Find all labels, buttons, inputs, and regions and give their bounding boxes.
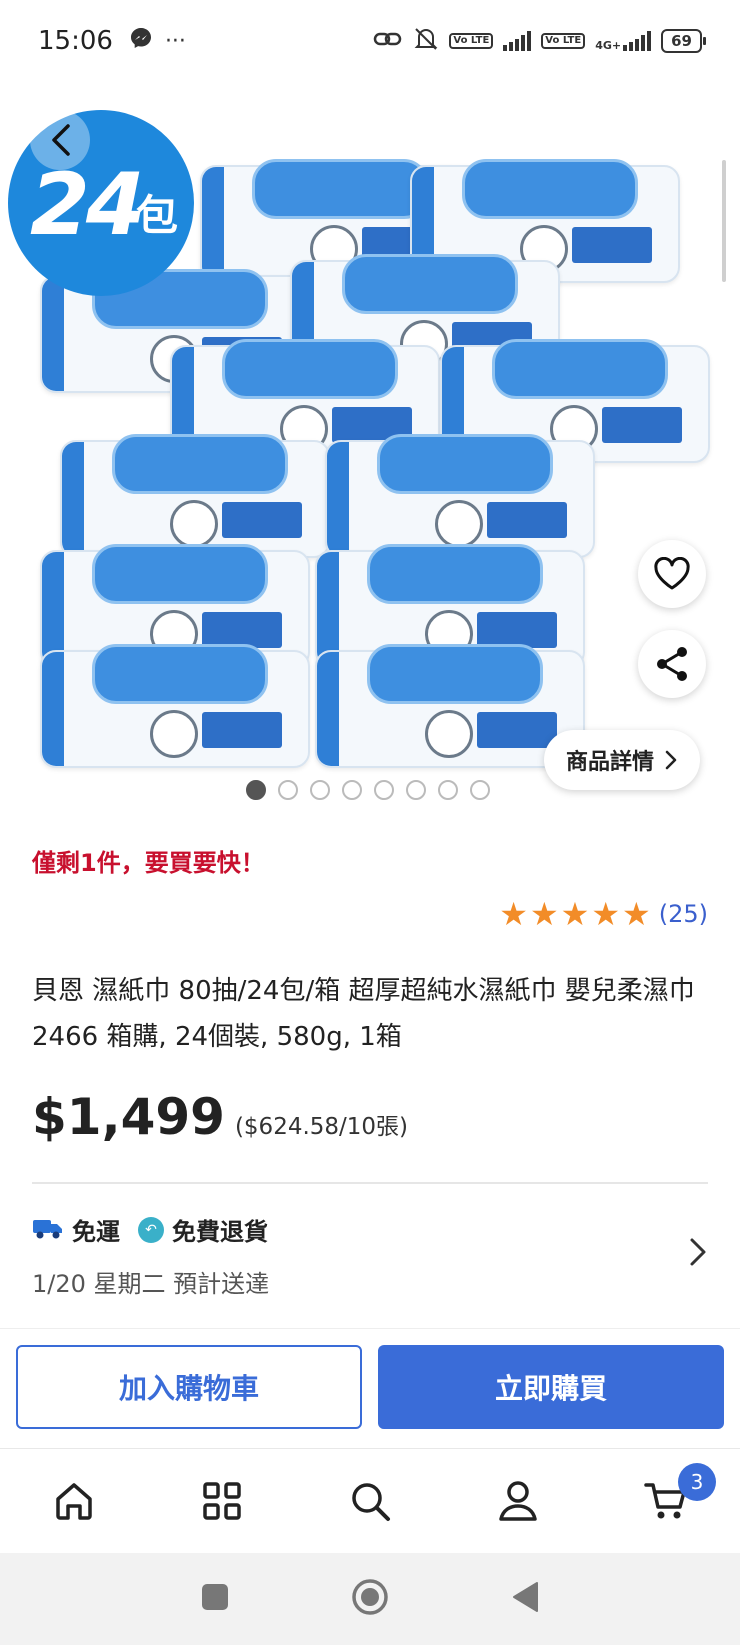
share-button[interactable] bbox=[638, 630, 706, 698]
tab-account[interactable] bbox=[444, 1449, 592, 1553]
share-icon bbox=[657, 647, 687, 681]
unit-price: ($624.58/10張) bbox=[234, 1114, 409, 1140]
pagination-dot[interactable] bbox=[278, 780, 298, 800]
rating[interactable]: ★ ★ ★ ★ ★ (25) bbox=[499, 898, 708, 930]
system-navigation-bar bbox=[0, 1553, 740, 1645]
pagination-dot[interactable] bbox=[406, 780, 426, 800]
shipping-details-chevron[interactable] bbox=[688, 1236, 708, 1272]
signal-icon-2 bbox=[623, 31, 652, 51]
pagination-dot[interactable] bbox=[342, 780, 362, 800]
pagination-dot[interactable] bbox=[310, 780, 330, 800]
price-row: $1,499 ($624.58/10張) bbox=[32, 1088, 408, 1146]
circle-icon bbox=[352, 1579, 388, 1615]
back-system-button[interactable] bbox=[510, 1580, 540, 1618]
return-icon: ↶ bbox=[138, 1216, 164, 1243]
chevron-right-icon bbox=[665, 750, 677, 770]
tab-categories[interactable] bbox=[148, 1449, 296, 1553]
pagination-dot[interactable] bbox=[470, 780, 490, 800]
more-dots-icon: ··· bbox=[164, 28, 186, 54]
image-pagination-dots bbox=[246, 780, 490, 800]
product-title: 貝恩 濕紙巾 80抽/24包/箱 超厚超純水濕紙巾 嬰兒柔濕巾 2466 箱購,… bbox=[32, 976, 695, 1052]
home-system-button[interactable] bbox=[350, 1577, 390, 1621]
status-bar: 15:06 ··· Vo LTE Vo LTE 4G+ 69 bbox=[0, 0, 740, 82]
product-details-button[interactable]: 商品詳情 bbox=[544, 730, 701, 790]
user-icon bbox=[499, 1481, 537, 1521]
messenger-icon bbox=[129, 26, 153, 56]
image-scrollbar bbox=[722, 160, 726, 282]
home-icon bbox=[56, 1483, 92, 1520]
low-stock-notice: 僅剩1件，要買要快！ bbox=[32, 849, 265, 877]
product-image-gallery[interactable]: 24 包 商品詳情 bbox=[0, 90, 740, 800]
add-to-cart-button[interactable]: 加入購物車 bbox=[16, 1345, 362, 1429]
tab-home[interactable] bbox=[0, 1449, 148, 1553]
signal-icon bbox=[503, 31, 532, 51]
truck-icon bbox=[32, 1216, 64, 1244]
free-shipping-label: 免運 bbox=[72, 1218, 120, 1246]
recent-apps-button[interactable] bbox=[200, 1582, 230, 1616]
volte-icon-2: Vo LTE bbox=[541, 33, 586, 49]
search-icon bbox=[352, 1483, 390, 1521]
triangle-back-icon bbox=[513, 1582, 538, 1612]
price: $1,499 bbox=[32, 1088, 225, 1146]
product-details-label: 商品詳情 bbox=[566, 750, 655, 775]
back-button[interactable] bbox=[30, 110, 90, 170]
delivery-estimate: 1/20 星期二 預計送達 bbox=[32, 1270, 270, 1298]
tab-cart[interactable]: 3 bbox=[592, 1449, 740, 1553]
review-count-link[interactable]: (25) bbox=[659, 900, 708, 928]
cart-count-badge: 3 bbox=[678, 1463, 716, 1501]
volte-icon: Vo LTE bbox=[449, 33, 494, 49]
pagination-dot[interactable] bbox=[246, 780, 266, 800]
shipping-row[interactable]: 免運 ↶ 免費退貨 bbox=[32, 1212, 278, 1247]
star-icon: ★ bbox=[560, 895, 590, 933]
favorite-button[interactable] bbox=[638, 540, 706, 608]
free-return-label: 免費退貨 bbox=[172, 1218, 268, 1246]
star-icon: ★ bbox=[499, 895, 528, 933]
tab-search[interactable] bbox=[296, 1449, 444, 1553]
mute-icon bbox=[413, 27, 439, 56]
chevron-right-icon bbox=[690, 1238, 706, 1266]
square-icon bbox=[202, 1584, 228, 1610]
divider bbox=[32, 1182, 708, 1184]
heart-icon bbox=[654, 557, 690, 590]
chevron-left-icon bbox=[52, 124, 70, 156]
pagination-dot[interactable] bbox=[374, 780, 394, 800]
battery-indicator: 69 bbox=[661, 29, 706, 53]
star-icon: ★ bbox=[622, 895, 651, 933]
pagination-dot[interactable] bbox=[438, 780, 458, 800]
link-icon bbox=[373, 29, 403, 54]
star-icon: ★ bbox=[529, 895, 559, 933]
bottom-tab-bar: 3 bbox=[0, 1448, 740, 1553]
network-type: 4G+ bbox=[595, 39, 622, 52]
status-time: 15:06 bbox=[38, 26, 113, 56]
purchase-action-bar: 加入購物車 立即購買 bbox=[0, 1328, 740, 1448]
buy-now-button[interactable]: 立即購買 bbox=[378, 1345, 724, 1429]
grid-icon bbox=[203, 1482, 241, 1520]
star-icon: ★ bbox=[591, 895, 621, 933]
